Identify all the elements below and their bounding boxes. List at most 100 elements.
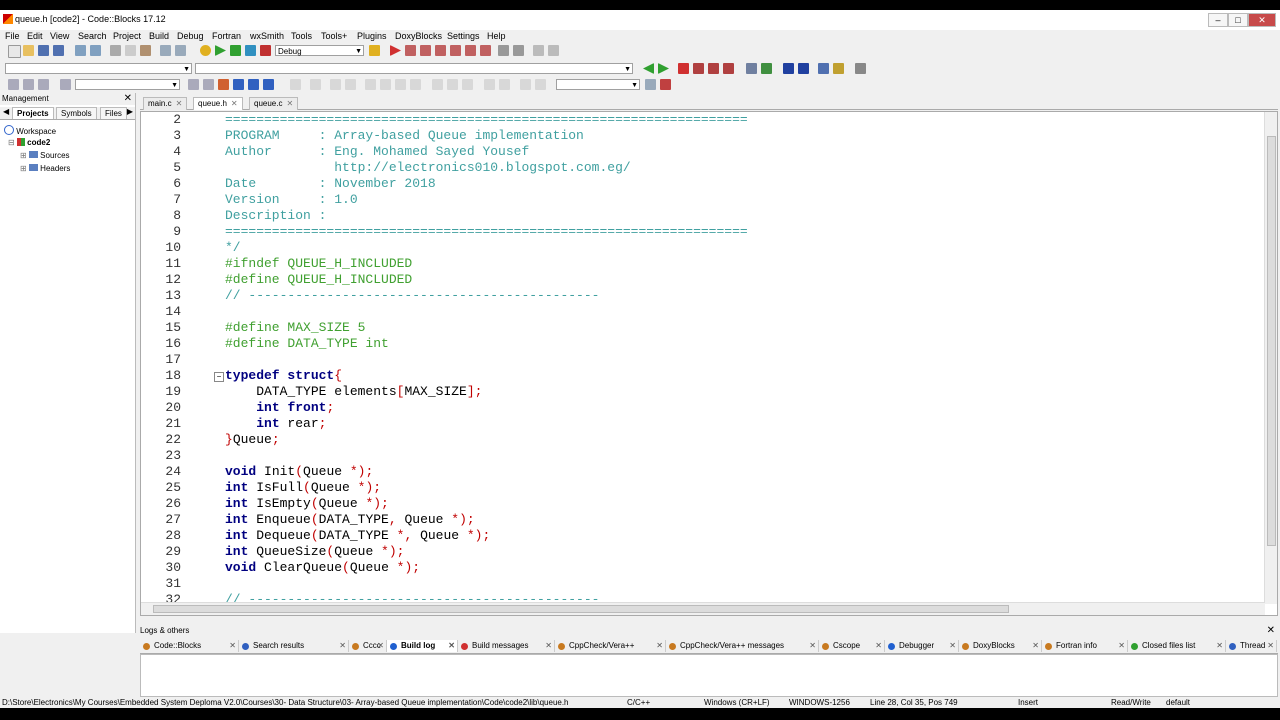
wx-sizer-icon[interactable]	[330, 79, 341, 90]
debug-stop-icon[interactable]	[23, 79, 34, 90]
code-line[interactable]: 16 #define DATA_TYPE int	[141, 336, 1261, 352]
symbol-options-icon[interactable]	[660, 79, 671, 90]
menu-settings[interactable]: Settings	[447, 31, 480, 41]
tab-scroll-right-icon[interactable]: ▶	[127, 107, 133, 116]
code-line[interactable]: 3 PROGRAM : Array-based Queue implementat…	[141, 128, 1261, 144]
debug-forward-icon[interactable]	[38, 79, 49, 90]
wx-refresh-icon[interactable]	[535, 79, 546, 90]
wx-pointer-icon[interactable]	[290, 79, 301, 90]
code-line[interactable]: 29 int QueueSize(Queue *);	[141, 544, 1261, 560]
undo-icon[interactable]	[75, 45, 86, 56]
pause-icon[interactable]	[498, 45, 509, 56]
tab-symbols[interactable]: Symbols	[56, 107, 97, 119]
close-tab-icon[interactable]: ✕	[875, 640, 882, 652]
open-file-icon[interactable]	[23, 45, 34, 56]
toggle-bookmark-icon[interactable]	[678, 63, 689, 74]
code-line[interactable]: 28 int Dequeue(DATA_TYPE *, Queue *);	[141, 528, 1261, 544]
code-line[interactable]: 12 #define QUEUE_H_INCLUDED	[141, 272, 1261, 288]
build-target-select[interactable]: Debug ▼	[275, 45, 364, 56]
replace-icon[interactable]	[175, 45, 186, 56]
close-logs-icon[interactable]: ✕	[1267, 625, 1275, 636]
match-case-icon[interactable]	[248, 79, 259, 90]
horizontal-scrollbar[interactable]	[141, 602, 1265, 615]
symbol-select[interactable]: ▼	[556, 79, 640, 90]
tree-item-workspace[interactable]: Workspace	[4, 125, 56, 136]
new-file-icon[interactable]	[8, 45, 21, 58]
wx-zoom-out-icon[interactable]	[499, 79, 510, 90]
doxy-config-icon[interactable]	[855, 63, 866, 74]
next-instruction-icon[interactable]	[465, 45, 476, 56]
menu-search[interactable]: Search	[78, 31, 107, 41]
next-line-icon[interactable]	[420, 45, 431, 56]
tree-item-project[interactable]: ⊟ code2	[8, 138, 50, 147]
tab-files[interactable]: Files	[100, 107, 127, 119]
log-tab[interactable]: Thread ✕	[1226, 640, 1277, 652]
log-tab[interactable]: CppCheck/Vera++ messages ✕	[666, 640, 819, 652]
debug-continue-icon[interactable]	[390, 45, 401, 56]
log-tab[interactable]: Debugger ✕	[885, 640, 959, 652]
regex-icon[interactable]	[263, 79, 274, 90]
paste-icon[interactable]	[140, 45, 151, 56]
menu-build[interactable]: Build	[149, 31, 169, 41]
menu-doxyblocks[interactable]: DoxyBlocks	[395, 31, 442, 41]
code-line[interactable]: 26 int IsEmpty(Queue *);	[141, 496, 1261, 512]
save-all-icon[interactable]	[53, 45, 64, 56]
next-error-icon[interactable]	[761, 63, 772, 74]
wx-flexsizer-icon[interactable]	[380, 79, 391, 90]
code-line[interactable]: 31	[141, 576, 1261, 592]
log-tab[interactable]: DoxyBlocks ✕	[959, 640, 1042, 652]
jump-back-icon[interactable]	[643, 63, 654, 74]
debugging-windows-icon[interactable]	[533, 45, 544, 56]
close-tab-icon[interactable]: ✕	[545, 640, 552, 652]
code-line[interactable]: 22}Queue;	[141, 432, 1261, 448]
code-editor[interactable]: − 2 =====================================…	[140, 111, 1278, 616]
log-tab[interactable]: Search results ✕	[239, 640, 349, 652]
code-line[interactable]: 14	[141, 304, 1261, 320]
prev-error-icon[interactable]	[746, 63, 757, 74]
menu-plugins[interactable]: Plugins	[357, 31, 387, 41]
code-line[interactable]: 2 =======================================…	[141, 112, 1261, 128]
expand-icon[interactable]: ⊞	[20, 164, 27, 173]
wx-align-center-icon[interactable]	[447, 79, 458, 90]
code-line[interactable]: 25 int IsFull(Queue *);	[141, 480, 1261, 496]
function-select[interactable]: ▼	[195, 63, 633, 74]
find-icon[interactable]	[160, 45, 171, 56]
wx-align-left-icon[interactable]	[432, 79, 443, 90]
code-line[interactable]: 5 http://electronics010.blogspot.com.eg/	[141, 160, 1261, 176]
tab-queue-h[interactable]: queue.h ✕	[193, 97, 243, 110]
cut-icon[interactable]	[110, 45, 121, 56]
code-line[interactable]: 23	[141, 448, 1261, 464]
menu-wxsmith[interactable]: wxSmith	[250, 31, 284, 41]
select-icon[interactable]	[233, 79, 244, 90]
wx-grid-icon[interactable]	[345, 79, 356, 90]
close-tab-icon[interactable]: ✕	[448, 640, 455, 652]
log-tab[interactable]: Closed files list ✕	[1128, 640, 1226, 652]
scope-select[interactable]: ▼	[5, 63, 192, 74]
code-line[interactable]: 30 void ClearQueue(Queue *);	[141, 560, 1261, 576]
code-line[interactable]: 24 void Init(Queue *);	[141, 464, 1261, 480]
close-tab-icon[interactable]: ✕	[231, 99, 238, 108]
jump-forward-icon[interactable]	[658, 63, 669, 74]
build-and-run-icon[interactable]	[230, 45, 241, 56]
code-line[interactable]: 8 Description :	[141, 208, 1261, 224]
tab-scroll-left-icon[interactable]: ◀	[3, 107, 9, 116]
log-tab[interactable]: Cccc ✕	[349, 640, 387, 652]
step-out-icon[interactable]	[450, 45, 461, 56]
build-gear-icon[interactable]	[200, 45, 211, 56]
rebuild-icon[interactable]	[245, 45, 256, 56]
close-button[interactable]: ✕	[1248, 13, 1276, 27]
doxy-line-comment-icon[interactable]	[798, 63, 809, 74]
abort-icon[interactable]	[260, 45, 271, 56]
vertical-scroll-thumb[interactable]	[1267, 136, 1276, 546]
maximize-button[interactable]: □	[1228, 13, 1248, 27]
close-management-icon[interactable]: ✕	[124, 93, 132, 104]
code-line[interactable]: 19 DATA_TYPE elements[MAX_SIZE];	[141, 384, 1261, 400]
close-tab-icon[interactable]: ✕	[229, 640, 236, 652]
close-tab-icon[interactable]: ✕	[1216, 640, 1223, 652]
code-line[interactable]: 27 int Enqueue(DATA_TYPE, Queue *);	[141, 512, 1261, 528]
menu-edit[interactable]: Edit	[27, 31, 43, 41]
tree-item-headers[interactable]: ⊞ Headers	[20, 164, 70, 173]
close-tab-icon[interactable]: ✕	[339, 640, 346, 652]
menu-debug[interactable]: Debug	[177, 31, 204, 41]
search-text-select[interactable]: ▼	[75, 79, 180, 90]
